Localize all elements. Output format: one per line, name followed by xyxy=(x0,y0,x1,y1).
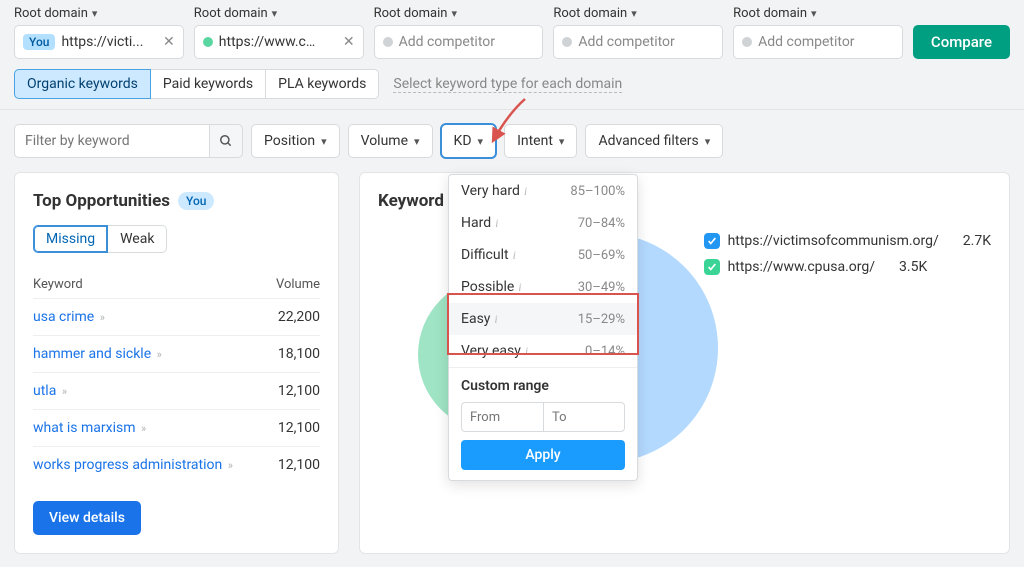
table-row: works progress administration » 12,100 xyxy=(33,447,320,484)
legend-count: 3.5K xyxy=(899,259,927,275)
volume-cell: 18,100 xyxy=(260,336,320,373)
kd-option-very-hard[interactable]: Very hardi85–100% xyxy=(449,175,637,207)
root-domain-dropdown-3[interactable]: Root domain ▾ xyxy=(374,6,544,21)
table-row: usa crime » 22,200 xyxy=(33,299,320,336)
overlap-legend: https://victimsofcommunism.org/ 2.7K htt… xyxy=(704,233,991,285)
root-domain-dropdown-1[interactable]: Root domain ▾ xyxy=(14,6,184,21)
info-icon: i xyxy=(518,280,521,294)
you-pill: You xyxy=(178,192,214,210)
legend-row: https://victimsofcommunism.org/ 2.7K xyxy=(704,233,991,249)
info-icon: i xyxy=(495,216,498,230)
chevron-right-icon: » xyxy=(141,422,146,435)
domain-input-you[interactable]: You https://victi... ✕ xyxy=(14,25,184,59)
kd-option-possible[interactable]: Possiblei30–49% xyxy=(449,271,637,303)
tab-paid-keywords[interactable]: Paid keywords xyxy=(151,69,266,99)
keyword-link[interactable]: utla xyxy=(33,383,56,399)
keyword-link[interactable]: works progress administration xyxy=(33,457,222,473)
chevron-right-icon: » xyxy=(228,459,233,472)
kw-type-hint: Select keyword type for each domain xyxy=(393,76,622,93)
volume-cell: 22,200 xyxy=(260,299,320,336)
kd-apply-button[interactable]: Apply xyxy=(461,440,625,470)
domain-input-comp1[interactable]: https://www.cpu... ✕ xyxy=(194,25,364,59)
kd-dropdown: Very hardi85–100% Hardi70–84% Difficulti… xyxy=(448,174,638,481)
keyword-filter-input[interactable] xyxy=(14,124,209,158)
keyword-link[interactable]: usa crime xyxy=(33,309,94,325)
keyword-link[interactable]: what is marxism xyxy=(33,420,136,436)
tab-pla-keywords[interactable]: PLA keywords xyxy=(266,69,379,99)
top-opportunities-panel: Top Opportunities You Missing Weak Keywo… xyxy=(14,172,339,554)
kd-option-very-easy[interactable]: Very easyi0–14% xyxy=(449,335,637,367)
search-icon xyxy=(219,134,233,148)
keyword-link[interactable]: hammer and sickle xyxy=(33,346,151,362)
table-row: hammer and sickle » 18,100 xyxy=(33,336,320,373)
advanced-filters[interactable]: Advanced filters▾ xyxy=(585,124,723,158)
kd-option-easy[interactable]: Easyi15–29% xyxy=(449,303,637,335)
kd-custom-range-title: Custom range xyxy=(461,378,625,394)
toggle-missing[interactable]: Missing xyxy=(33,225,108,253)
volume-cell: 12,100 xyxy=(260,447,320,484)
chevron-right-icon: » xyxy=(100,311,105,324)
legend-url: https://victimsofcommunism.org/ xyxy=(728,233,939,249)
chevron-right-icon: » xyxy=(62,385,67,398)
close-icon[interactable]: ✕ xyxy=(343,34,355,50)
domain-input-empty[interactable]: Add competitor xyxy=(374,25,544,59)
table-row: what is marxism » 12,100 xyxy=(33,410,320,447)
checkbox-blue[interactable] xyxy=(704,233,720,249)
kd-filter[interactable]: KD▾ xyxy=(441,124,497,158)
legend-count: 2.7K xyxy=(963,233,991,249)
root-domain-dropdown-4[interactable]: Root domain ▾ xyxy=(553,6,723,21)
domain-url-text: https://www.cpu... xyxy=(219,34,319,50)
you-badge: You xyxy=(23,34,55,50)
volume-cell: 12,100 xyxy=(260,373,320,410)
tab-organic-keywords[interactable]: Organic keywords xyxy=(14,69,151,99)
search-button[interactable] xyxy=(209,124,243,158)
root-domain-dropdown-5[interactable]: Root domain ▾ xyxy=(733,6,903,21)
dot-icon xyxy=(383,37,393,47)
info-icon: i xyxy=(513,248,516,262)
legend-url: https://www.cpusa.org/ xyxy=(728,259,875,275)
volume-cell: 12,100 xyxy=(260,410,320,447)
col-volume: Volume xyxy=(260,271,320,299)
position-filter[interactable]: Position▾ xyxy=(251,124,340,158)
info-icon: i xyxy=(524,184,527,198)
view-details-button[interactable]: View details xyxy=(33,501,141,535)
domain-url-text: https://victi... xyxy=(61,34,143,50)
chevron-right-icon: » xyxy=(157,348,162,361)
dot-icon xyxy=(203,37,213,47)
intent-filter[interactable]: Intent▾ xyxy=(504,124,577,158)
checkbox-green[interactable] xyxy=(704,259,720,275)
info-icon: i xyxy=(525,344,528,358)
domain-input-empty[interactable]: Add competitor xyxy=(553,25,723,59)
domain-input-empty[interactable]: Add competitor xyxy=(733,25,903,59)
root-domain-dropdown-2[interactable]: Root domain ▾ xyxy=(194,6,364,21)
kd-from-input[interactable] xyxy=(461,402,543,432)
compare-button[interactable]: Compare xyxy=(913,25,1010,59)
top-opportunities-title: Top Opportunities xyxy=(33,191,170,211)
col-keyword: Keyword xyxy=(33,271,260,299)
table-row: utla » 12,100 xyxy=(33,373,320,410)
kd-to-input[interactable] xyxy=(543,402,625,432)
info-icon: i xyxy=(494,312,497,326)
volume-filter[interactable]: Volume▾ xyxy=(348,124,433,158)
kd-option-hard[interactable]: Hardi70–84% xyxy=(449,207,637,239)
toggle-weak[interactable]: Weak xyxy=(108,225,167,253)
kd-option-difficult[interactable]: Difficulti50–69% xyxy=(449,239,637,271)
close-icon[interactable]: ✕ xyxy=(163,34,175,50)
dot-icon xyxy=(742,37,752,47)
legend-row: https://www.cpusa.org/ 3.5K xyxy=(704,259,991,275)
dot-icon xyxy=(562,37,572,47)
